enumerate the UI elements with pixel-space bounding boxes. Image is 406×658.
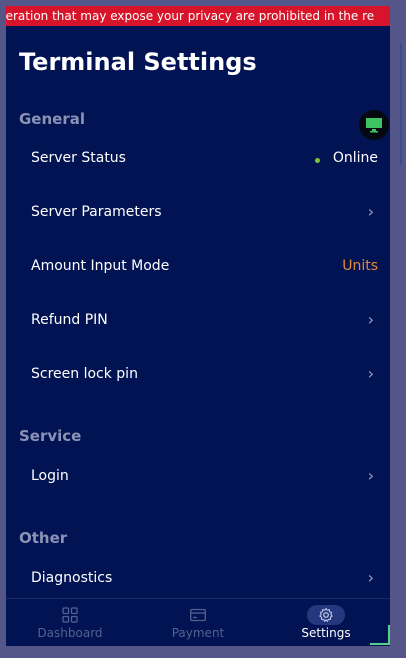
nav-dashboard-label: Dashboard	[37, 626, 103, 640]
nav-dashboard[interactable]: Dashboard	[6, 599, 134, 646]
privacy-warning-banner: peration that may expose your privacy ar…	[6, 6, 390, 26]
diagnostics-row[interactable]: Diagnostics ›	[6, 558, 390, 602]
gear-icon	[319, 607, 333, 623]
bottom-navigation: Dashboard Payment Settings	[6, 598, 390, 646]
page-title: Terminal Settings	[19, 48, 257, 76]
chevron-right-icon: ›	[367, 310, 374, 329]
chevron-right-icon: ›	[367, 466, 374, 485]
amount-input-mode-value: Units	[342, 258, 378, 274]
login-label: Login	[31, 468, 69, 484]
chevron-right-icon: ›	[367, 364, 374, 383]
monitor-icon[interactable]	[359, 110, 389, 140]
screen-lock-pin-label: Screen lock pin	[31, 366, 138, 382]
status-dot	[315, 158, 320, 163]
card-icon	[190, 608, 206, 622]
login-row[interactable]: Login ›	[6, 456, 390, 500]
monitor-icon-glyph	[366, 118, 382, 133]
server-status-value: Online	[332, 150, 378, 166]
nav-payment[interactable]: Payment	[134, 599, 262, 646]
section-service: Service	[19, 427, 82, 445]
refund-pin-row[interactable]: Refund PIN ›	[6, 300, 390, 344]
grid-icon	[62, 607, 78, 623]
screen-lock-pin-row[interactable]: Screen lock pin ›	[6, 354, 390, 398]
amount-input-mode-label: Amount Input Mode	[31, 258, 170, 274]
chevron-right-icon: ›	[367, 568, 374, 587]
server-status-row[interactable]: Server Status Online	[6, 138, 390, 182]
nav-payment-label: Payment	[171, 626, 225, 640]
resize-corner-icon[interactable]	[370, 625, 390, 645]
refund-pin-label: Refund PIN	[31, 312, 108, 328]
server-parameters-row[interactable]: Server Parameters ›	[6, 192, 390, 236]
banner-text: peration that may expose your privacy ar…	[6, 9, 375, 23]
diagnostics-label: Diagnostics	[31, 570, 113, 586]
chevron-right-icon: ›	[367, 202, 374, 221]
server-parameters-label: Server Parameters	[31, 204, 162, 220]
app-screen: peration that may expose your privacy ar…	[6, 6, 390, 646]
amount-input-mode-row[interactable]: Amount Input Mode Units	[6, 246, 390, 290]
section-other: Other	[19, 529, 68, 547]
server-status-label: Server Status	[31, 150, 126, 166]
window-edge-decoration	[400, 44, 402, 164]
section-general: General	[19, 110, 85, 128]
